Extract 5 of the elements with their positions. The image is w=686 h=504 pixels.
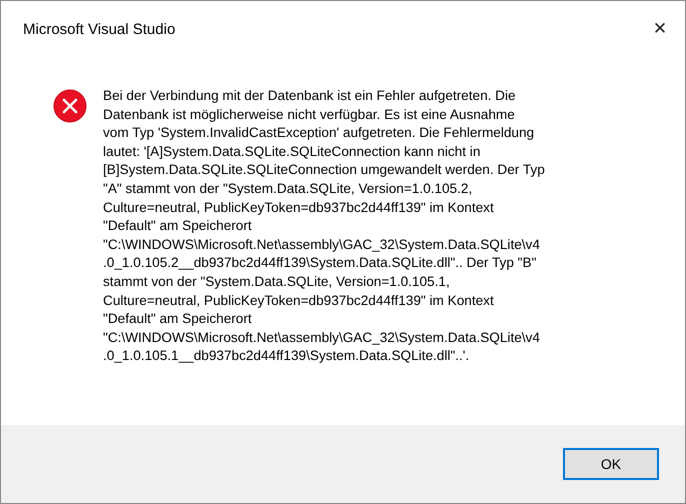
error-icon <box>53 89 87 123</box>
window-title: Microsoft Visual Studio <box>23 20 176 38</box>
close-button[interactable]: ✕ <box>637 9 683 49</box>
ok-button[interactable]: OK <box>563 448 659 480</box>
error-message: Bei der Verbindung mit der Datenbank ist ein Fehler aufgetreten. Die Datenbank ist möglicherweise nicht verfügbar. Es ist eine Ausnahme vom Typ 'System.InvalidCastException' aufgetreten. Die Fehlermeldung lautet: '[A]System.Data.SQLite.SQLiteConnection kann nicht in [B]System.Data.SQLite.SQLiteConnection umgewandelt werden. Der Typ "A" stammt von der "System.Data.SQLite, Version=1.0.105.2, Culture=neutral, PublicKeyToken=db937bc2d44ff139" im Kontext "Default" am Speicherort "C:\WINDOWS\Microsoft.Net\assembly\GAC_32\System.Data.SQLite\v4 .0_1.0.105.2__db937bc2d44ff139\System.Data.SQLite.dll".. Der Typ "B" stammt von der "System.Data.SQLite, Version=1.0.105.1, Culture=neutral, PublicKeyToken=db937bc2d44ff139" im Kontext "Default" am Speicherort "C:\WINDOWS\Microsoft.Net\assembly\GAC_32\System.Data.SQLite\v4 .0_1.0.105.1__db937bc2d44ff139\System.Data.SQLite.dll"..'. <box>103 87 545 366</box>
